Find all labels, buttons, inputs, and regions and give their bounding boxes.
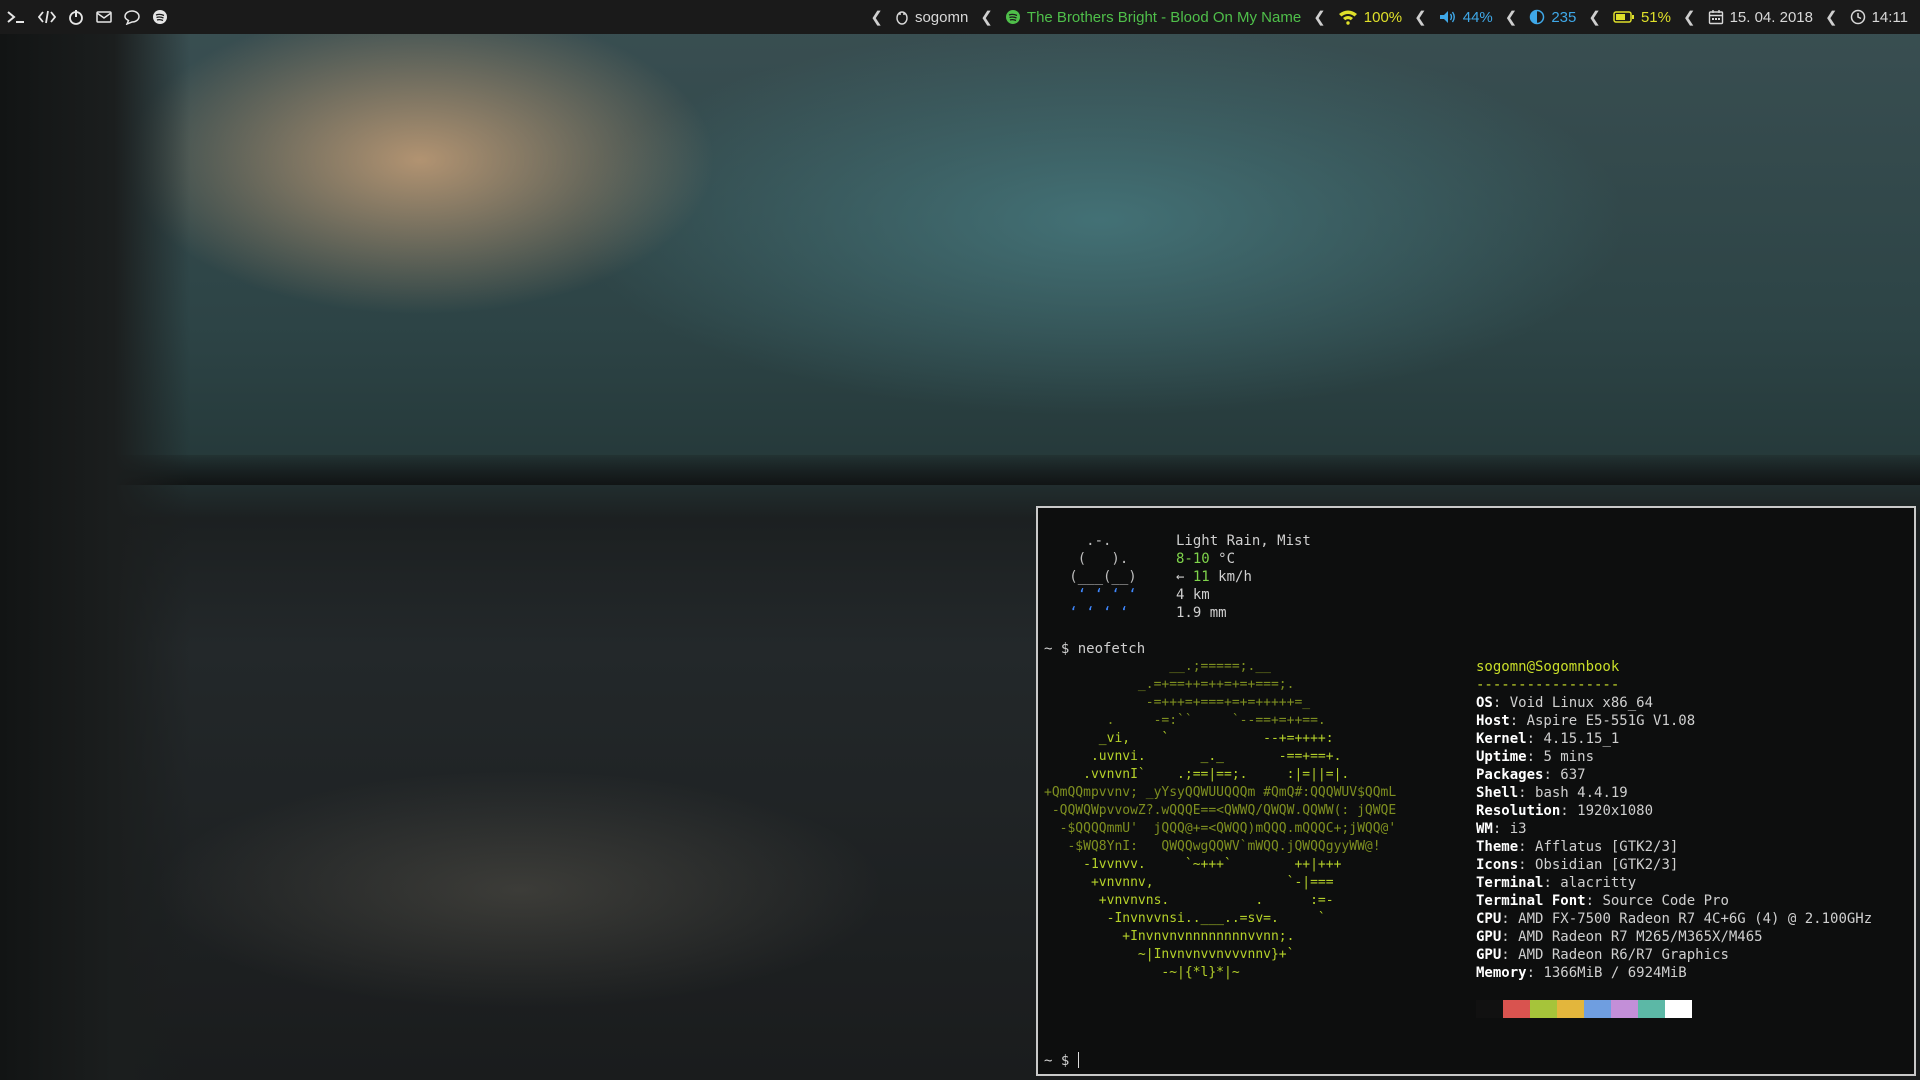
weather-condition: Light Rain, Mist — [1176, 533, 1311, 549]
void-linux-ascii-logo: __.;=====;.__ _.=+==++=++=+=+===;. -=+++… — [1044, 659, 1397, 980]
weather-visibility: 4 km — [1176, 587, 1210, 603]
battery-icon — [1613, 10, 1635, 24]
chevron-left-icon: ❮ — [870, 9, 883, 26]
now-playing-text: The Brothers Bright - Blood On My Name — [1026, 8, 1302, 26]
info-row: Uptime: 5 mins — [1476, 749, 1595, 765]
info-row: Terminal Font: Source Code Pro — [1476, 893, 1729, 909]
wifi-segment[interactable]: 100% — [1338, 9, 1402, 26]
chevron-left-icon: ❮ — [980, 9, 993, 26]
info-row: CPU: AMD FX-7500 Radeon R7 4C+6G (4) @ 2… — [1476, 911, 1873, 927]
wind-arrow-icon: ← — [1176, 569, 1185, 585]
chevron-left-icon: ❮ — [1682, 9, 1696, 26]
chevron-left-icon: ❮ — [1313, 9, 1326, 26]
chevron-left-icon: ❮ — [1504, 9, 1518, 26]
palette-swatch — [1476, 1000, 1503, 1018]
info-row: Theme: Afflatus [GTK2/3] — [1476, 839, 1679, 855]
chat-icon[interactable] — [124, 9, 140, 25]
info-row: Shell: bash 4.4.19 — [1476, 785, 1628, 801]
info-row: GPU: AMD Radeon R7 M265/M365X/M465 — [1476, 929, 1763, 945]
info-separator: ----------------- — [1476, 677, 1620, 693]
code-icon[interactable] — [38, 9, 56, 25]
info-row: Packages: 637 — [1476, 767, 1586, 783]
color-palette — [1476, 1000, 1692, 1018]
mail-icon[interactable] — [96, 10, 112, 24]
text-cursor — [1077, 1052, 1079, 1068]
prompt: ~ $ — [1044, 1053, 1078, 1069]
palette-swatch — [1557, 1000, 1584, 1018]
wallpaper-window-sill — [0, 455, 1920, 485]
clock-icon — [1850, 9, 1866, 25]
date-text: 15. 04. 2018 — [1729, 8, 1813, 26]
wifi-strength: 100% — [1363, 8, 1403, 26]
palette-swatch — [1611, 1000, 1638, 1018]
clock-segment[interactable]: 14:11 — [1850, 9, 1908, 26]
battery-segment[interactable]: 51% — [1613, 9, 1671, 26]
info-row: Kernel: 4.15.15_1 — [1476, 731, 1620, 747]
info-row: WM: i3 — [1476, 821, 1527, 837]
tux-icon — [895, 9, 909, 25]
user-name: sogomn — [914, 8, 969, 26]
palette-swatch — [1584, 1000, 1611, 1018]
wifi-icon — [1338, 9, 1358, 25]
info-row: Terminal: alacritty — [1476, 875, 1637, 891]
brightness-icon — [1529, 9, 1545, 25]
system-info: sogomn@Sogomnbook ----------------- OS: … — [1476, 658, 1872, 982]
launcher-icons — [0, 9, 180, 25]
chevron-left-icon: ❮ — [1588, 9, 1601, 26]
power-icon[interactable] — [68, 9, 84, 25]
volume-icon — [1439, 9, 1457, 25]
weather-temperature: 8-10 — [1176, 551, 1210, 567]
time-text: 14:11 — [1871, 8, 1908, 26]
terminal-window[interactable]: .-. ( ). (___(__) ‘ ‘ ‘ ‘ ‘ ‘ ‘ ‘ Light … — [1036, 506, 1916, 1076]
volume-level: 44% — [1462, 8, 1493, 26]
chevron-left-icon: ❮ — [1824, 9, 1838, 26]
volume-segment[interactable]: 44% — [1439, 9, 1493, 26]
palette-swatch — [1638, 1000, 1665, 1018]
terminal-icon[interactable] — [6, 9, 26, 25]
user-host: sogomn@Sogomnbook — [1476, 659, 1620, 675]
weather-ascii-art: .-. ( ). (___(__) ‘ ‘ ‘ ‘ ‘ ‘ ‘ ‘ — [1044, 533, 1137, 621]
info-row: OS: Void Linux x86_64 — [1476, 695, 1654, 711]
info-row: Host: Aspire E5-551G V1.08 — [1476, 713, 1696, 729]
input-line[interactable]: ~ $ — [1044, 1052, 1079, 1070]
user-segment[interactable]: sogomn — [895, 9, 968, 26]
brightness-level: 235 — [1551, 8, 1577, 26]
command-line: ~ $ neofetch — [1044, 640, 1145, 658]
battery-level: 51% — [1640, 8, 1671, 26]
wind-speed: 11 — [1192, 569, 1210, 585]
prompt: ~ $ — [1044, 641, 1078, 657]
info-row: GPU: AMD Radeon R6/R7 Graphics — [1476, 947, 1729, 963]
date-segment[interactable]: 15. 04. 2018 — [1708, 9, 1813, 26]
weather-precipitation: 1.9 mm — [1176, 605, 1227, 621]
media-segment[interactable]: The Brothers Bright - Blood On My Name — [1005, 9, 1301, 26]
calendar-icon — [1708, 9, 1724, 25]
info-row: Resolution: 1920x1080 — [1476, 803, 1654, 819]
palette-swatch — [1530, 1000, 1557, 1018]
weather-report: Light Rain, Mist 8-10 °C ← 11 km/h 4 km … — [1176, 533, 1311, 621]
palette-swatch — [1665, 1000, 1692, 1018]
palette-swatch — [1503, 1000, 1530, 1018]
command-text: neofetch — [1077, 641, 1146, 657]
brightness-segment[interactable]: 235 — [1529, 9, 1576, 26]
spotify-icon[interactable] — [152, 9, 168, 25]
info-row: Memory: 1366MiB / 6924MiB — [1476, 965, 1687, 981]
spotify-icon — [1005, 9, 1021, 25]
info-row: Icons: Obsidian [GTK2/3] — [1476, 857, 1679, 873]
status-bar: ❮ sogomn ❮ The Brothers Bright - Blood O… — [0, 0, 1920, 34]
chevron-left-icon: ❮ — [1414, 9, 1427, 26]
